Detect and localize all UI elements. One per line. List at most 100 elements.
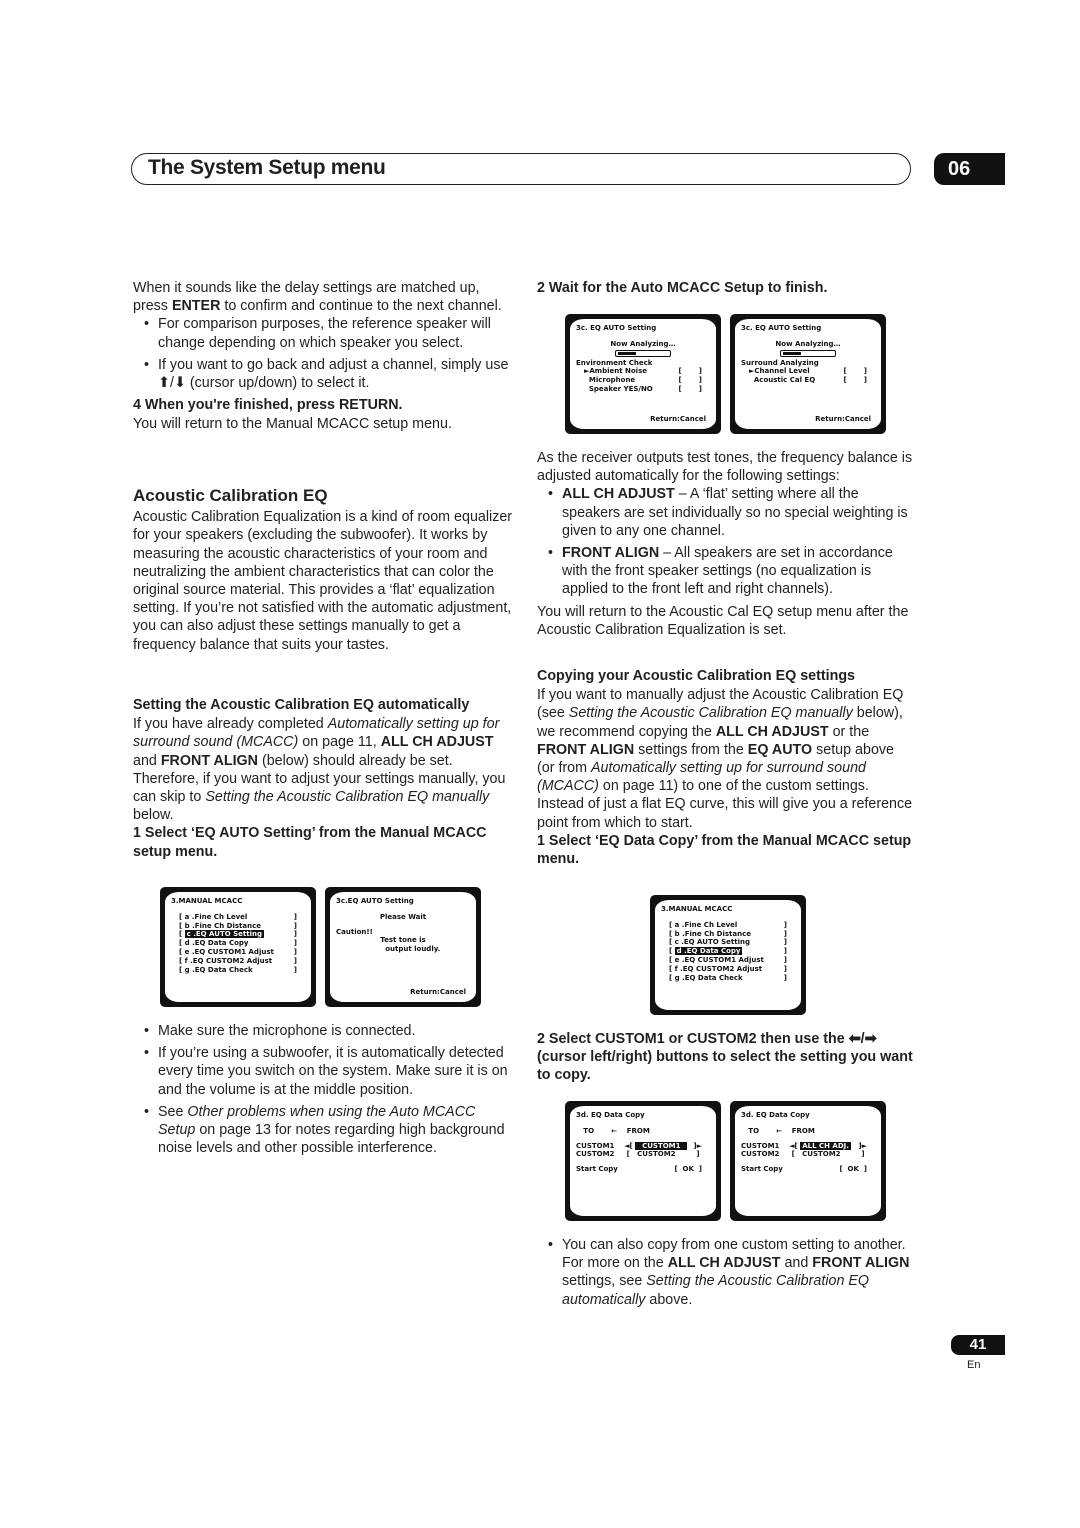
screen-text: output loudly.: [365, 945, 441, 954]
screen-line: ►Ambient Noise [ ]: [576, 367, 710, 376]
screen-text: 3d. EQ Data Copy: [741, 1111, 810, 1119]
screen-value: ]: [293, 956, 297, 965]
screen-line: Return:Cancel: [650, 415, 706, 424]
paragraph: If you want to manually adjust the Acous…: [537, 686, 915, 832]
screen-text: Microphone: [584, 376, 636, 385]
progress-bar: [780, 349, 836, 357]
screen-line: 3d. EQ Data Copy: [576, 1111, 710, 1120]
screen-line: Please Wait: [336, 913, 470, 922]
text: You will return to the Acoustic Cal EQ s…: [537, 603, 909, 638]
screen-text: CUSTOM1 ◄[: [576, 1141, 636, 1150]
screen-text: Return:Cancel: [815, 415, 871, 424]
screen-text: [ c .EQ AUTO Setting: [669, 938, 750, 947]
screen-line: Surround Analyzing: [741, 359, 875, 368]
screen-value: ]: [783, 947, 787, 956]
screen-value: ]►: [693, 1141, 702, 1150]
screen-line: [ f .EQ CUSTOM2 Adjust]: [661, 965, 795, 974]
screen-text: Return:Cancel: [410, 988, 466, 997]
screen-manual-mcacc-data-copy: 3.MANUAL MCACC [ a .Fine Ch Level] [ b .Fi…: [650, 895, 806, 1015]
screen-line: Start Copy [ OK ]: [741, 1165, 875, 1174]
paragraph: You will return to the Manual MCACC setu…: [133, 415, 513, 433]
screen-display: 3d. EQ Data Copy TO ← FROM CUSTOM1 ◄[ CUS…: [570, 1106, 716, 1216]
screen-line: [ d .EQ Data Copy]: [171, 939, 305, 948]
step-heading: 4 When you're finished, press RETURN.: [133, 396, 513, 414]
screen-line: Return:Cancel: [410, 988, 466, 997]
screen-line: 3c.EQ AUTO Setting: [336, 897, 470, 906]
screen-text: Test tone is: [380, 936, 426, 945]
highlighted-option: CUSTOM1: [635, 1141, 688, 1150]
screen-text: CUSTOM2 [ CUSTOM2: [741, 1150, 846, 1159]
text: Acoustic Calibration Equalization is a k…: [133, 509, 513, 653]
bullet-item: FRONT ALIGN – All speakers are set in ac…: [537, 544, 915, 599]
screen-line: Test tone is: [336, 936, 470, 945]
screen-display: 3c. EQ AUTO Setting Now Analyzing… Environ…: [570, 319, 716, 429]
screen-value: ]: [293, 921, 297, 930]
screen-text: CUSTOM2 [ CUSTOM2: [576, 1150, 681, 1159]
subsection-heading: Copying your Acoustic Calibration EQ set…: [537, 667, 915, 685]
bold-text: EQ AUTO: [747, 741, 813, 758]
section-title: The System Setup menu: [148, 156, 386, 179]
screen-line: [ b .Fine Ch Distance]: [171, 922, 305, 931]
screen-line: Now Analyzing…: [576, 340, 710, 349]
screen-text: 3.MANUAL MCACC: [661, 905, 733, 913]
custom-copy-note: You can also copy from one custom settin…: [537, 1236, 915, 1313]
screen-text: Now Analyzing…: [610, 339, 676, 348]
screen-display: 3.MANUAL MCACC[ a .Fine Ch Level][ b .Fi…: [165, 892, 311, 1002]
page-number: 41: [951, 1335, 1005, 1355]
screen-line: Speaker YES/NO [ ]: [576, 385, 710, 394]
screen-display: 3c.EQ AUTO Setting Please Wait Caution!! Te…: [330, 892, 476, 1002]
screen-text: 3.MANUAL MCACC: [171, 897, 243, 905]
screen-line: CUSTOM2 [ CUSTOM2 ]: [741, 1150, 875, 1159]
progress-fill: [783, 351, 801, 355]
screen-text: [ e .EQ CUSTOM1 Adjust: [669, 955, 764, 964]
paragraph: If you have already completed Automatica…: [133, 715, 513, 824]
step-heading: 2 Wait for the Auto MCACC Setup to finis…: [537, 279, 915, 297]
bold-text: ALL CH ADJUST: [562, 486, 675, 503]
bold-text: FRONT ALIGN: [812, 1255, 910, 1272]
text: and: [133, 752, 161, 769]
screen-text: Surround Analyzing: [741, 358, 819, 367]
screen-line: CUSTOM1 ◄[ CUSTOM1 ]►: [576, 1141, 710, 1151]
screen-text: 3c. EQ AUTO Setting: [741, 324, 822, 332]
screen-text: [ a .Fine Ch Level: [179, 912, 248, 921]
screen-value: ]: [783, 920, 787, 929]
bold-text: FRONT ALIGN: [160, 752, 258, 769]
bold-text: ALL CH ADJUST: [380, 734, 494, 751]
screen-text: [ f .EQ CUSTOM2 Adjust: [669, 964, 763, 973]
screen-line: Caution!!: [336, 928, 470, 937]
screen-line: 3c. EQ AUTO Setting: [741, 324, 875, 333]
text: You will return to the Manual MCACC setu…: [133, 416, 452, 433]
screen-value: [ OK ]: [674, 1165, 702, 1174]
screen-text: [ b .Fine Ch Distance: [669, 929, 751, 938]
screen-value: ]: [293, 947, 297, 956]
screen-text: [ e .EQ CUSTOM1 Adjust: [179, 947, 274, 956]
screen-eq-data-copy-all-ch: 3d. EQ Data Copy TO ← FROM CUSTOM1 ◄[ ALL…: [730, 1101, 886, 1221]
screen-line: Return:Cancel: [815, 415, 871, 424]
screen-text: [: [179, 930, 185, 939]
screen-display: 3c. EQ AUTO Setting Now Analyzing… Surroun…: [735, 319, 881, 429]
screen-line: [ g .EQ Data Check]: [171, 966, 305, 975]
screen-text: [ a .Fine Ch Level: [669, 920, 738, 929]
bullet-item: ALL CH ADJUST – A ‘flat’ setting where a…: [537, 485, 915, 540]
step-heading: 1 Select ‘EQ Data Copy’ from the Manual …: [537, 832, 915, 868]
progress-bar: [615, 349, 671, 357]
text: 2 Wait for the Auto MCACC Setup to finis…: [537, 280, 828, 296]
select-custom-step: 2 Select CUSTOM1 or CUSTOM2 then use the…: [537, 1030, 915, 1086]
screen-value: ]: [293, 930, 297, 939]
screen-line: Now Analyzing…: [741, 340, 875, 349]
screen-value: ]: [783, 964, 787, 973]
text: Copying your Acoustic Calibration EQ set…: [537, 668, 856, 684]
screen-text: [: [669, 947, 675, 956]
screen-text: Please Wait: [379, 912, 427, 921]
screen-value: ]: [293, 965, 297, 974]
section-heading: Acoustic Calibration EQ: [133, 486, 513, 505]
bullet-item: For comparison purposes, the reference s…: [133, 315, 513, 351]
screen-line: 3d. EQ Data Copy: [741, 1111, 875, 1120]
screen-line: [ e .EQ CUSTOM1 Adjust]: [661, 956, 795, 965]
bullet-item: Make sure the microphone is connected.: [133, 1022, 513, 1040]
bullet-item: If you want to go back and adjust a chan…: [133, 356, 513, 392]
screen-value: ]: [783, 938, 787, 947]
paragraph: When it sounds like the delay settings a…: [133, 279, 513, 315]
screen-line: 3c. EQ AUTO Setting: [576, 324, 710, 333]
screen-line: Start Copy [ OK ]: [576, 1165, 710, 1174]
